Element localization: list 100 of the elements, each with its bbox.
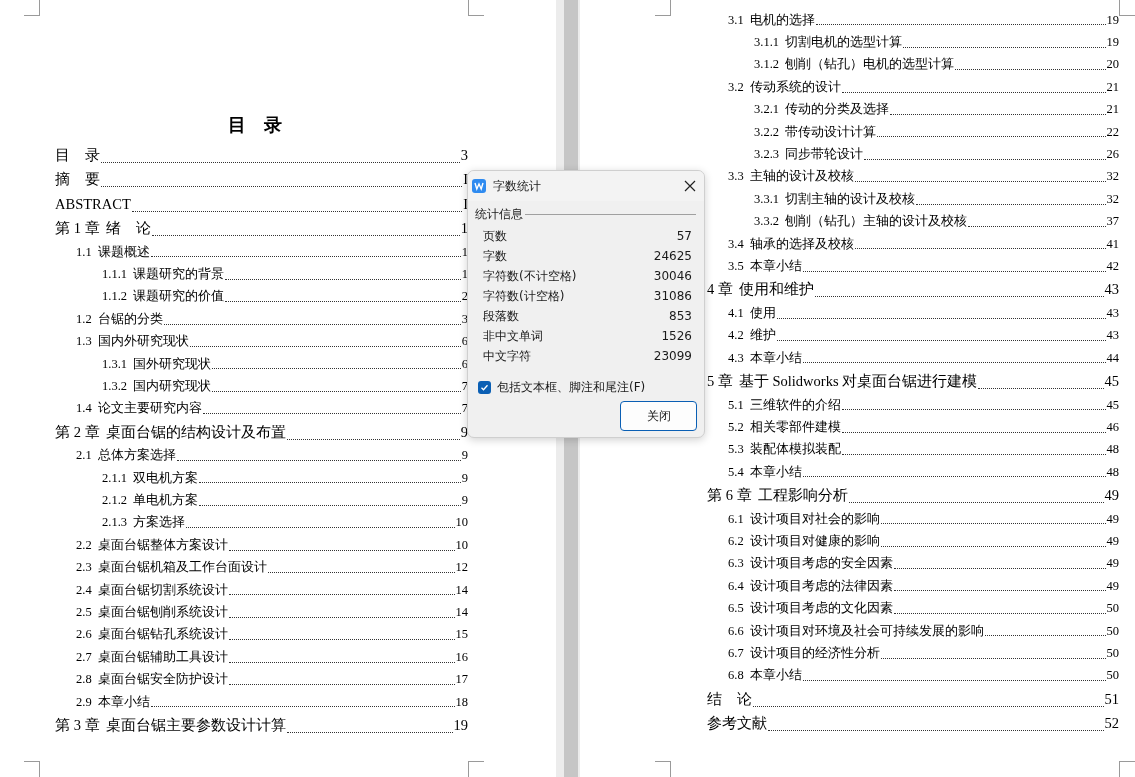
page-number: 19 bbox=[1106, 11, 1119, 29]
page-number: 21 bbox=[1106, 101, 1119, 119]
stat-label: 页数 bbox=[483, 228, 507, 245]
entry-title: 桌面台锯主要参数设计计算 bbox=[105, 716, 286, 736]
section-number: 5.2 bbox=[728, 418, 744, 436]
page-number: 26 bbox=[1106, 146, 1119, 163]
section-number: 1.1.1 bbox=[102, 266, 127, 284]
entry-title: 切割电机的选型计算 bbox=[785, 34, 902, 52]
page-number: 49 bbox=[1106, 510, 1119, 528]
page-number: 10 bbox=[455, 514, 468, 532]
stat-label: 非中文单词 bbox=[483, 328, 543, 345]
entry-title: 设计项目对环境及社会可持续发展的影响 bbox=[749, 622, 984, 640]
page-number: 43 bbox=[1106, 304, 1119, 322]
section-number: 1.1.2 bbox=[102, 288, 127, 306]
page-number: 22 bbox=[1106, 123, 1119, 141]
entry-title: 设计项目对健康的影响 bbox=[749, 532, 880, 550]
section-number: 2.5 bbox=[76, 604, 92, 621]
page-number: I bbox=[463, 194, 468, 214]
checkbox-label: 包括文本框、脚注和尾注(F) bbox=[497, 379, 646, 396]
entry-title: 本章小结 bbox=[749, 667, 802, 685]
section-number: 1.3.2 bbox=[102, 378, 127, 395]
entry-title: 桌面台锯刨削系统设计 bbox=[97, 604, 228, 621]
entry-title: 同步带轮设计 bbox=[785, 146, 863, 163]
entry-title: 参考文献 bbox=[707, 714, 767, 734]
section-number: 2.1.1 bbox=[102, 469, 127, 487]
page-number: 32 bbox=[1106, 190, 1119, 208]
section-number: 2.2 bbox=[76, 536, 92, 554]
entry-title: 设计项目考虑的法律因素 bbox=[749, 577, 893, 595]
checkbox[interactable] bbox=[478, 380, 491, 394]
page-number: 9 bbox=[461, 469, 468, 487]
crop-mark bbox=[468, 761, 484, 777]
entry-title: 课题研究的背景 bbox=[133, 266, 224, 284]
entry-title: 带传动设计计算 bbox=[785, 123, 876, 141]
page-number: 2 bbox=[461, 288, 468, 306]
page-number: 14 bbox=[455, 581, 468, 599]
entry-title: 课题概述 bbox=[97, 243, 150, 261]
entry-title: 传动系统的设计 bbox=[749, 78, 841, 96]
page-number: 49 bbox=[1106, 577, 1119, 595]
crop-mark bbox=[24, 761, 40, 777]
page-number: 45 bbox=[1106, 396, 1119, 414]
page-number: 21 bbox=[1106, 78, 1119, 96]
page-number: 52 bbox=[1104, 714, 1119, 734]
entry-title: 切割主轴的设计及校核 bbox=[785, 190, 915, 208]
section-number: 3.3 bbox=[728, 168, 744, 186]
chapter-number: 第 6 章 bbox=[707, 486, 752, 506]
page-number: 9 bbox=[461, 492, 468, 510]
close-button[interactable]: 关闭 bbox=[620, 401, 697, 431]
page-number: 50 bbox=[1106, 644, 1119, 662]
entry-title: 论文主要研究内容 bbox=[97, 400, 202, 418]
entry-title: 国外研究现状 bbox=[133, 355, 211, 373]
entry-title: 结 论 bbox=[707, 689, 752, 709]
group-label: 统计信息 bbox=[475, 206, 523, 223]
app-icon bbox=[472, 179, 486, 193]
entry-title: 设计项目的经济性分析 bbox=[749, 644, 880, 662]
section-number: 2.3 bbox=[76, 559, 92, 577]
entry-title: 桌面台锯切割系统设计 bbox=[97, 581, 228, 599]
section-number: 2.1 bbox=[76, 447, 92, 465]
entry-title: 设计项目对社会的影响 bbox=[749, 510, 880, 528]
entry-title: 使用 bbox=[749, 304, 776, 322]
stat-value: 23099 bbox=[653, 348, 692, 365]
page-number: 50 bbox=[1106, 622, 1119, 640]
page-number: 48 bbox=[1106, 441, 1119, 459]
page-number: 51 bbox=[1104, 689, 1119, 709]
page-number: 1 bbox=[461, 266, 468, 284]
entry-title: 刨削（钻孔）主轴的设计及校核 bbox=[785, 213, 967, 231]
section-number: 3.4 bbox=[728, 235, 744, 253]
section-number: 6.3 bbox=[728, 555, 744, 573]
section-number: 2.1.2 bbox=[102, 492, 127, 510]
close-icon[interactable] bbox=[684, 180, 696, 192]
section-number: 3.1.1 bbox=[754, 34, 779, 52]
page-number: 19 bbox=[453, 716, 468, 736]
page-number: 19 bbox=[1106, 34, 1119, 52]
section-number: 1.1 bbox=[76, 243, 92, 261]
page-number: 15 bbox=[455, 626, 468, 644]
page-number: 44 bbox=[1106, 349, 1119, 367]
page-number: 12 bbox=[455, 559, 468, 577]
page-number: 41 bbox=[1106, 235, 1119, 253]
page-number: 49 bbox=[1104, 486, 1119, 506]
entry-title: 装配体模拟装配 bbox=[749, 441, 841, 459]
stat-value: 30046 bbox=[653, 268, 692, 285]
section-number: 4.1 bbox=[728, 304, 744, 322]
stat-value: 1526 bbox=[661, 328, 692, 345]
section-number: 4.3 bbox=[728, 349, 744, 367]
section-number: 2.9 bbox=[76, 693, 92, 711]
entry-title: 本章小结 bbox=[749, 349, 802, 367]
entry-title: 主轴的设计及校核 bbox=[749, 168, 854, 186]
entry-title: 桌面台锯辅助工具设计 bbox=[97, 648, 228, 666]
section-number: 5.4 bbox=[728, 463, 744, 481]
page-number: 45 bbox=[1104, 372, 1119, 392]
entry-title: 双电机方案 bbox=[133, 469, 198, 487]
crop-mark bbox=[655, 761, 671, 777]
page-number: 1 bbox=[460, 219, 468, 239]
page-number: 42 bbox=[1106, 257, 1119, 275]
section-number: 3.2.1 bbox=[754, 101, 779, 119]
page-number: 37 bbox=[1106, 213, 1119, 231]
section-number: 1.2 bbox=[76, 310, 92, 328]
page-number: 9 bbox=[461, 447, 468, 465]
crop-mark bbox=[1119, 761, 1135, 777]
page-number: 46 bbox=[1106, 418, 1119, 436]
entry-title: 目 录 bbox=[55, 145, 100, 165]
